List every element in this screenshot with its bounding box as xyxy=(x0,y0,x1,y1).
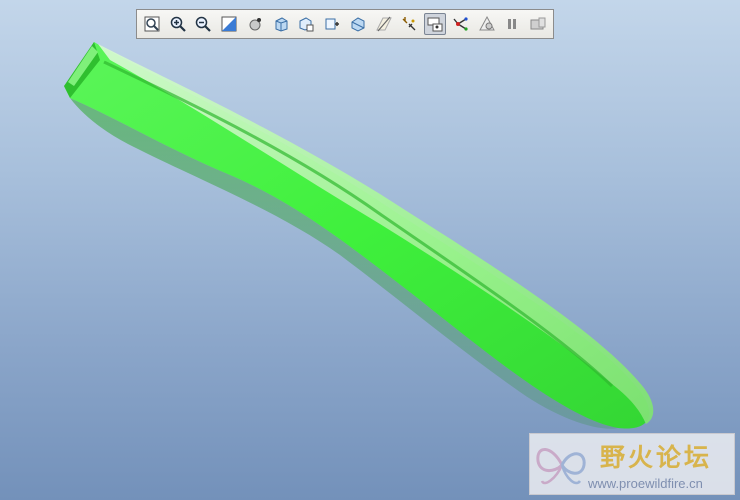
datum-point-display-icon xyxy=(426,15,444,33)
spin-center-icon xyxy=(246,15,264,33)
annotation-warning-icon xyxy=(478,15,496,33)
display-style-button[interactable] xyxy=(270,13,292,35)
display-style-icon xyxy=(272,15,290,33)
pause-button[interactable] xyxy=(502,13,524,35)
datum-plane-button[interactable] xyxy=(373,13,395,35)
3d-model-view[interactable] xyxy=(0,0,740,500)
spin-center-button[interactable] xyxy=(244,13,266,35)
butterfly-logo-icon xyxy=(534,439,592,491)
watermark-url: www.proewildfire.cn xyxy=(588,476,703,491)
render-icon xyxy=(529,15,547,33)
zoom-in-icon xyxy=(169,15,187,33)
view-manager-button[interactable] xyxy=(321,13,343,35)
repaint-button[interactable] xyxy=(218,13,240,35)
datum-plane-icon xyxy=(375,15,393,33)
section-view-icon xyxy=(349,15,367,33)
coordinate-system-button[interactable] xyxy=(450,13,472,35)
render-button[interactable] xyxy=(527,13,549,35)
repaint-icon xyxy=(220,15,238,33)
graphics-viewport[interactable] xyxy=(0,0,740,500)
watermark-title: 野火论坛 xyxy=(600,438,712,474)
coordinate-system-icon xyxy=(452,15,470,33)
annotation-button[interactable] xyxy=(476,13,498,35)
zoom-out-button[interactable] xyxy=(193,13,215,35)
datum-point-display-button[interactable] xyxy=(424,13,446,35)
zoom-out-icon xyxy=(194,15,212,33)
section-view-button[interactable] xyxy=(347,13,369,35)
saved-views-icon xyxy=(297,15,315,33)
saved-views-button[interactable] xyxy=(296,13,318,35)
view-toolbar xyxy=(136,9,554,39)
zoom-in-button[interactable] xyxy=(167,13,189,35)
datum-axis-icon xyxy=(400,15,418,33)
refit-button[interactable] xyxy=(141,13,163,35)
datum-axis-button[interactable] xyxy=(399,13,421,35)
refit-icon xyxy=(143,15,161,33)
hull-body xyxy=(64,42,649,429)
view-manager-icon xyxy=(323,15,341,33)
forum-watermark: 野火论坛 www.proewildfire.cn xyxy=(529,433,735,495)
pause-icon xyxy=(503,15,521,33)
